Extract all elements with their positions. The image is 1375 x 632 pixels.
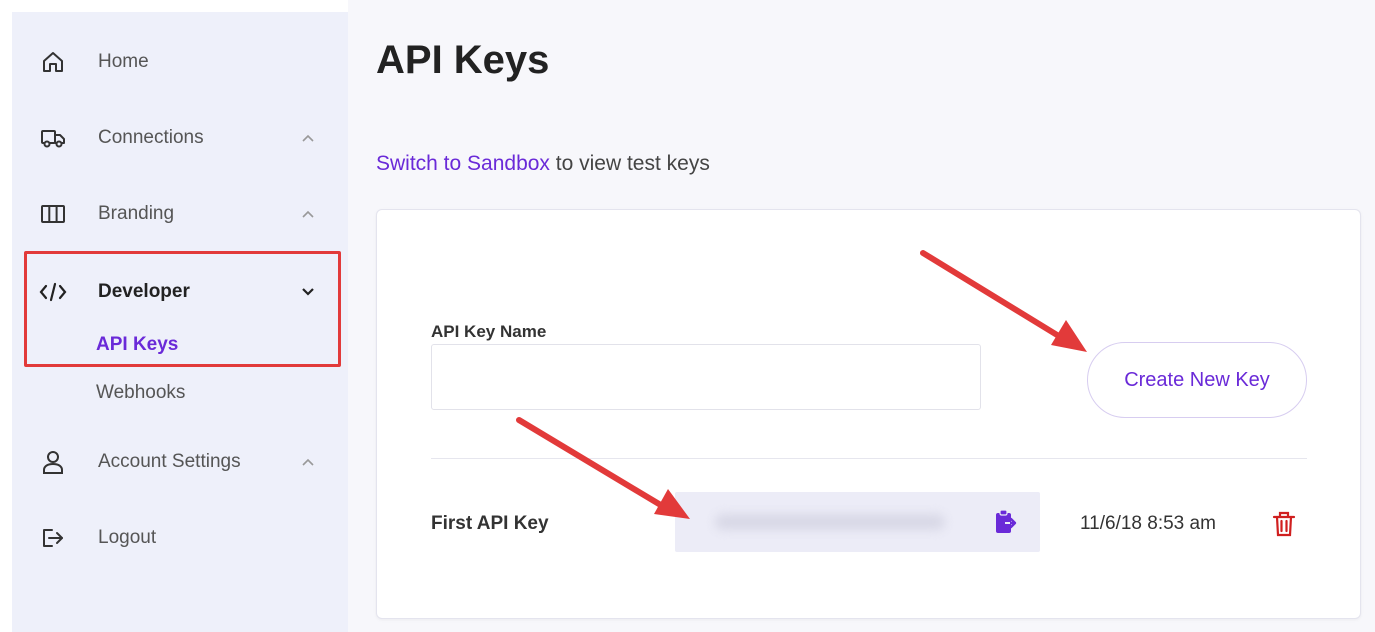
copy-clipboard-icon[interactable]	[993, 508, 1017, 536]
divider	[431, 458, 1307, 459]
code-icon	[38, 277, 68, 307]
user-icon	[38, 447, 68, 477]
sidebar-item-account-settings[interactable]: Account Settings	[12, 440, 348, 484]
columns-icon	[38, 199, 68, 229]
sidebar-item-label: Account Settings	[98, 451, 241, 472]
sidebar-item-branding[interactable]: Branding	[12, 192, 348, 236]
sidebar-item-label: Developer	[98, 281, 190, 302]
create-new-key-button[interactable]: Create New Key	[1087, 342, 1307, 418]
sidebar-panel: Home Connections Branding Developer API …	[12, 12, 348, 632]
sidebar-subitem-webhooks[interactable]: Webhooks	[96, 382, 185, 404]
chevron-up-icon	[298, 452, 318, 472]
api-key-name-input[interactable]	[431, 344, 981, 410]
chevron-down-icon	[298, 282, 318, 302]
api-key-value-redacted	[715, 514, 945, 530]
main-content: API Keys Switch to Sandbox to view test …	[348, 0, 1375, 632]
sandbox-notice-text: to view test keys	[549, 152, 710, 175]
sidebar-item-label: Home	[98, 51, 149, 72]
home-icon	[38, 47, 68, 77]
truck-icon	[38, 123, 68, 153]
sandbox-notice: Switch to Sandbox to view test keys	[376, 152, 710, 176]
logout-icon	[38, 523, 68, 553]
sidebar: Home Connections Branding Developer API …	[0, 0, 348, 632]
chevron-up-icon	[298, 204, 318, 224]
sidebar-item-developer[interactable]: Developer	[12, 270, 348, 314]
sidebar-item-label: Connections	[98, 127, 204, 148]
sidebar-subitem-api-keys[interactable]: API Keys	[96, 334, 178, 356]
switch-to-sandbox-link[interactable]: Switch to Sandbox	[376, 152, 550, 175]
api-key-name-label: API Key Name	[431, 322, 547, 341]
api-key-name: First API Key	[431, 513, 549, 534]
page-title: API Keys	[376, 38, 550, 82]
sidebar-item-logout[interactable]: Logout	[12, 516, 348, 560]
chevron-up-icon	[298, 128, 318, 148]
sidebar-item-home[interactable]: Home	[12, 40, 348, 84]
sidebar-item-label: Branding	[98, 203, 175, 224]
api-key-created-date: 11/6/18 8:53 am	[1080, 513, 1216, 534]
sidebar-item-label: Logout	[98, 527, 157, 548]
api-key-value-field	[675, 492, 1040, 552]
sidebar-item-connections[interactable]: Connections	[12, 116, 348, 160]
trash-icon[interactable]	[1271, 510, 1297, 538]
api-keys-card: API Key Name Create New Key First API Ke…	[376, 209, 1361, 619]
